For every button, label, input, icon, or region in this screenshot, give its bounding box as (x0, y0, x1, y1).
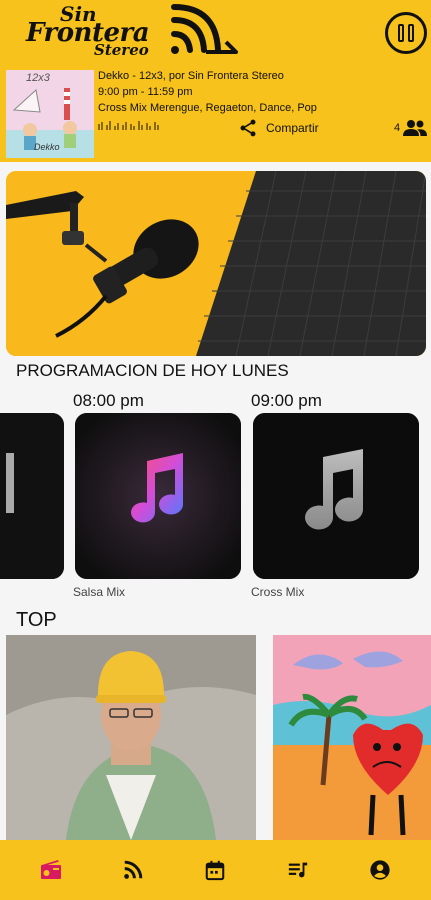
share-icon (240, 119, 256, 137)
account-icon (370, 860, 390, 880)
schedule-time: 08:00 pm (73, 391, 144, 410)
pause-bar-right (408, 24, 414, 42)
hero-banner[interactable] (6, 171, 426, 356)
album-cover[interactable]: 12x3 Dekko (6, 70, 94, 158)
now-playing-bar: 12x3 Dekko Dekko - 12x3, por Sin Fronter… (0, 66, 431, 162)
now-playing-genres: Cross Mix Merengue, Regaeton, Dance, Pop (98, 102, 317, 114)
artist-photo (6, 635, 256, 840)
calendar-icon (206, 860, 225, 881)
schedule-card[interactable] (253, 413, 419, 579)
schedule-card[interactable] (0, 413, 64, 579)
music-note-icon (253, 413, 419, 579)
schedule-show-name: Salsa Mix (73, 585, 126, 599)
nav-playlists[interactable] (278, 850, 318, 890)
now-playing-title: Dekko - 12x3, por Sin Frontera Stereo (98, 70, 284, 82)
pause-button[interactable] (385, 12, 427, 54)
music-note-icon (0, 413, 64, 579)
schedule-title: PROGRAMACION DE HOY LUNES (16, 361, 289, 380)
people-icon (403, 120, 428, 136)
audio-visualizer (98, 120, 160, 133)
share-label: Compartir (266, 121, 319, 135)
nav-podcasts[interactable] (113, 850, 153, 890)
pause-bar-left (398, 24, 404, 42)
bottom-navigation (0, 840, 431, 900)
nav-schedule[interactable] (195, 850, 235, 890)
microphone-banner-image (6, 171, 426, 356)
app-header: Sin Frontera Stereo (0, 0, 431, 66)
playlist-icon (288, 862, 307, 878)
album-art-image (273, 635, 431, 840)
listener-count: 4 (394, 119, 428, 137)
cover-text: 12x3 (26, 72, 50, 84)
signal-waves-icon (171, 4, 238, 54)
schedule-show-name: Cross Mix (251, 585, 305, 599)
listener-count-value: 4 (394, 122, 401, 134)
top-item-card[interactable] (273, 635, 431, 840)
brand-logo: Sin Frontera Stereo (26, 2, 241, 64)
nav-radio[interactable] (31, 850, 71, 890)
schedule-card[interactable] (75, 413, 241, 579)
music-note-icon (75, 413, 241, 579)
share-button[interactable]: Compartir (238, 118, 319, 138)
top-section-title: TOP (16, 609, 57, 631)
top-item-card[interactable] (6, 635, 256, 840)
now-playing-time: 9:00 pm - 11:59 pm (98, 86, 193, 98)
cover-caption: Dekko (34, 142, 60, 152)
radio-icon (41, 860, 62, 879)
rss-icon (124, 860, 143, 879)
schedule-time: 09:00 pm (251, 391, 322, 410)
nav-account[interactable] (360, 850, 400, 890)
brand-line3: Stereo (94, 41, 149, 59)
